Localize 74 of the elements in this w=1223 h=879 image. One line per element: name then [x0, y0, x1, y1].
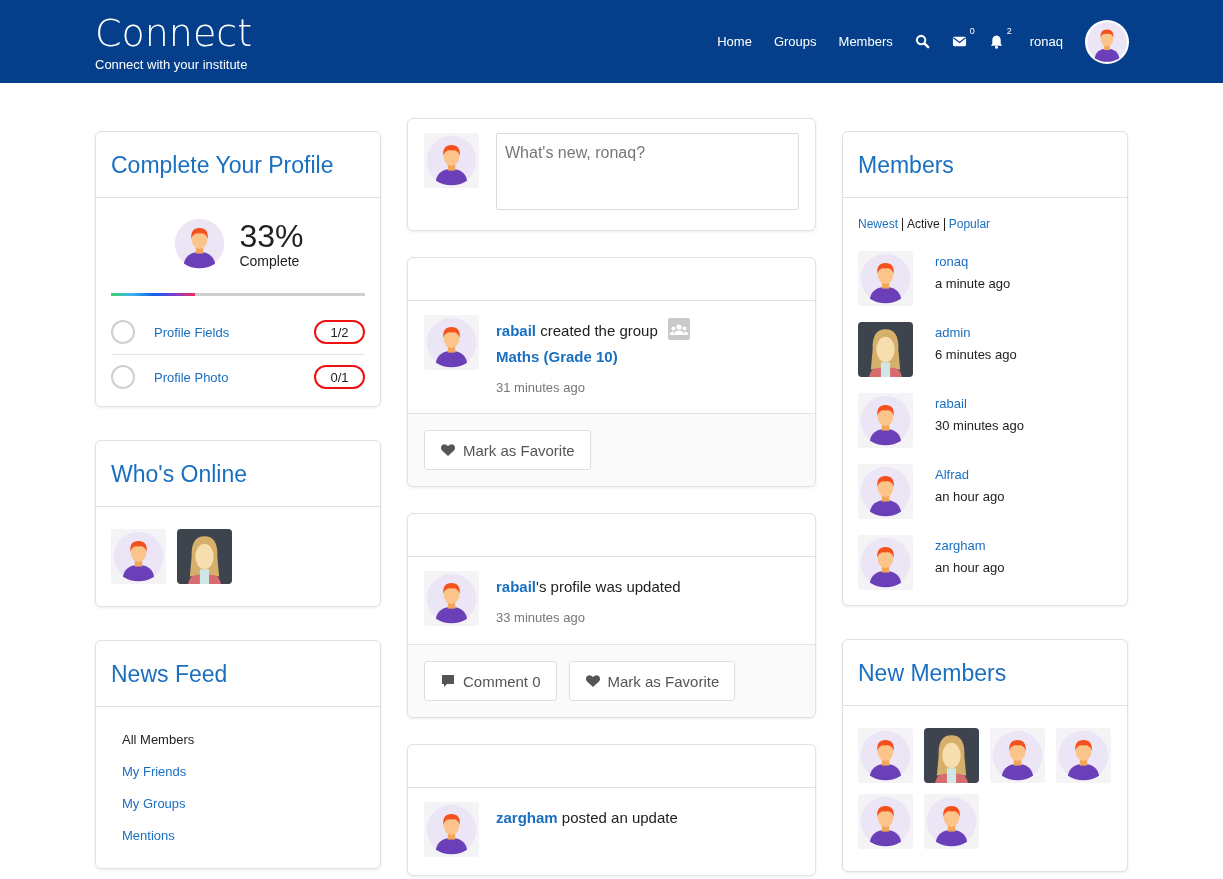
card-title: New Members — [843, 640, 1127, 706]
group-icon — [667, 318, 690, 340]
feed-filter-link[interactable]: My Friends — [122, 764, 354, 779]
member-filter-tab[interactable]: Active — [902, 218, 944, 231]
avatar — [424, 133, 479, 188]
member-last-active: an hour ago — [935, 560, 1005, 575]
activity-text: rabail created the group Maths (Grade 10) — [496, 318, 799, 370]
card-title: Who's Online — [96, 441, 380, 507]
member-last-active: 30 minutes ago — [935, 418, 1024, 433]
nav-link[interactable]: Groups — [773, 34, 817, 49]
favorite-button[interactable]: Mark as Favorite — [568, 661, 736, 701]
member-name-link[interactable]: ronaq — [935, 254, 1011, 269]
avatar[interactable] — [924, 794, 979, 849]
user-link[interactable]: rabail — [496, 322, 537, 339]
avatar[interactable] — [858, 728, 913, 783]
member-name-link[interactable]: rabail — [935, 396, 1024, 411]
avatar[interactable] — [858, 251, 913, 306]
percent-caption: Complete — [239, 252, 301, 269]
member-name-link[interactable]: admin — [935, 325, 1017, 340]
avatar[interactable] — [858, 322, 913, 377]
comment-button[interactable]: Comment 0 — [424, 661, 557, 701]
member-last-active: an hour ago — [935, 489, 1005, 504]
avatar[interactable] — [1056, 728, 1111, 783]
card-title: News Feed — [96, 641, 380, 707]
member-name-link[interactable]: zargham — [935, 538, 1005, 553]
bell-icon[interactable] — [988, 34, 1004, 49]
favorite-button[interactable]: Mark as Favorite — [424, 430, 591, 470]
avatar[interactable] — [990, 728, 1045, 783]
nav-link[interactable]: Members — [838, 34, 893, 49]
feed-filter-link[interactable]: Mentions — [122, 828, 354, 843]
avatar — [424, 571, 479, 626]
feed-filter-link[interactable]: My Groups — [122, 796, 354, 811]
activity-text: zargham posted an update — [496, 808, 679, 828]
step-count: 0/1 — [314, 365, 365, 389]
user-link[interactable]: rabail — [496, 578, 537, 595]
profile-step-link[interactable]: Profile Fields — [154, 324, 314, 340]
card-title: Members — [843, 132, 1127, 198]
avatar — [424, 802, 479, 857]
feed-filter-link[interactable]: All Members — [122, 732, 354, 747]
profile-step-link[interactable]: Profile Photo — [154, 369, 314, 385]
site-tagline: Connect with your institute — [95, 57, 249, 72]
post-input-field[interactable]: What's new, ronaq? — [496, 133, 799, 210]
avatar[interactable] — [924, 728, 979, 783]
nav-link[interactable]: Home — [717, 34, 752, 49]
heart-icon — [440, 442, 456, 458]
avatar[interactable] — [858, 393, 913, 448]
group-link[interactable]: Maths (Grade 10) — [496, 348, 618, 365]
avatar[interactable] — [177, 529, 232, 584]
percent-value: 33% — [239, 218, 304, 253]
activity-text: rabail's profile was updated — [496, 577, 682, 597]
avatar[interactable] — [858, 535, 913, 590]
activity-time: 33 minutes ago — [496, 610, 586, 625]
member-last-active: 6 minutes ago — [935, 347, 1017, 362]
card-title: Complete Your Profile — [96, 132, 380, 198]
site-title[interactable]: Connect — [95, 11, 253, 55]
activity-time: 31 minutes ago — [496, 380, 586, 395]
member-filter-tab[interactable]: Popular — [943, 218, 995, 231]
speech-bubble-icon — [440, 673, 456, 689]
user-name-link[interactable]: ronaq — [1029, 34, 1063, 49]
member-last-active: a minute ago — [935, 276, 1011, 291]
heart-icon — [584, 673, 601, 689]
step-count: 1/2 — [314, 320, 365, 344]
member-filter-tab[interactable]: Newest — [858, 218, 902, 231]
search-icon[interactable] — [914, 34, 930, 49]
avatar[interactable] — [111, 529, 166, 584]
avatar — [424, 315, 479, 370]
mail-icon[interactable] — [951, 34, 967, 49]
avatar[interactable] — [858, 464, 913, 519]
mail-count: 0 — [969, 26, 975, 36]
user-link[interactable]: zargham — [496, 809, 558, 826]
member-name-link[interactable]: Alfrad — [935, 467, 1005, 482]
avatar[interactable] — [858, 794, 913, 849]
user-avatar[interactable] — [1085, 19, 1129, 64]
notification-count: 2 — [1006, 26, 1012, 36]
